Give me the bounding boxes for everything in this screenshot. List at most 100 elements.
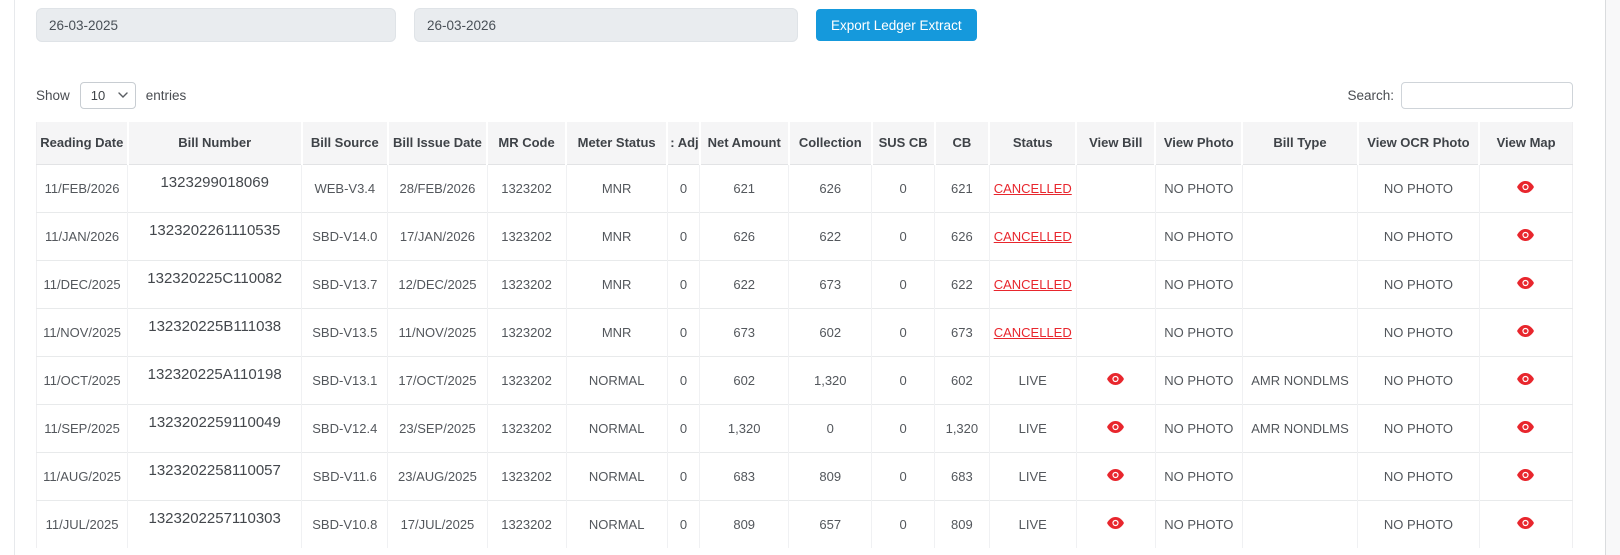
column-header-status[interactable]: Status [988,122,1077,165]
column-header-adj[interactable]: : Adj [666,122,700,165]
page-size-select[interactable]: 10 [79,82,136,109]
cell-view-map [1478,259,1573,308]
cell-bill-type [1241,499,1358,548]
cell-net-amount: 1,320 [699,403,789,452]
cell-adj: 0 [666,164,700,212]
cell-bill-number: 132320225B111038 [127,307,302,356]
status-cancelled-link[interactable]: CANCELLED [994,181,1072,196]
entries-label: entries [145,88,187,103]
cell-view-photo: NO PHOTO [1154,307,1243,356]
cell-view-photo: NO PHOTO [1154,499,1243,548]
cell-mr-code: 1323202 [486,403,567,452]
view-bill-eye-icon[interactable] [1107,372,1125,385]
cell-mr-code: 1323202 [486,307,567,356]
view-bill-eye-icon[interactable] [1107,468,1125,481]
cell-collection: 657 [788,499,872,548]
column-header-collection[interactable]: Collection [787,122,872,165]
cell-meter-status: NORMAL [565,451,668,500]
bill-number-text: 1323202259110049 [148,413,281,431]
view-map-eye-icon[interactable] [1517,420,1535,433]
cell-view-ocr-photo: NO PHOTO [1357,355,1480,404]
column-header-bill-number[interactable]: Bill Number [126,122,302,165]
cell-reading-date: 11/SEP/2025 [36,403,128,452]
table-row: 11/OCT/2025 132320225A110198 SBD-V13.1 17/O… [36,355,1573,404]
view-map-eye-icon[interactable] [1517,372,1535,385]
bill-number-text: 1323202261110535 [149,221,281,239]
status-cancelled-link[interactable]: CANCELLED [994,229,1072,244]
search-label: Search: [1347,88,1394,103]
view-map-eye-icon[interactable] [1517,324,1535,337]
cell-adj: 0 [666,355,700,404]
column-header-reading-date[interactable]: Reading Date [36,122,128,165]
cell-status: CANCELLED [988,259,1077,308]
cell-net-amount: 621 [699,164,789,212]
status-cancelled-link[interactable]: CANCELLED [994,325,1072,340]
cell-adj: 0 [666,403,700,452]
column-header-view-ocr-photo[interactable]: View OCR Photo [1356,122,1480,165]
column-header-bill-source[interactable]: Bill Source [300,122,388,165]
cell-view-map [1478,211,1573,260]
cell-status: LIVE [988,451,1077,500]
cell-bill-issue-date: 17/JUL/2025 [387,499,488,548]
cell-adj: 0 [666,259,700,308]
column-header-sus-cb[interactable]: SUS CB [870,122,935,165]
view-bill-eye-icon[interactable] [1107,420,1125,433]
from-date-input[interactable] [36,8,396,42]
export-ledger-extract-button[interactable]: Export Ledger Extract [816,9,977,41]
cell-bill-source: SBD-V13.7 [301,259,388,308]
cell-view-map [1478,307,1573,356]
cell-meter-status: MNR [565,211,668,260]
cell-reading-date: 11/JAN/2026 [36,211,128,260]
cell-view-ocr-photo: NO PHOTO [1357,164,1480,212]
column-header-view-map[interactable]: View Map [1478,122,1573,165]
view-map-eye-icon[interactable] [1517,180,1535,193]
vertical-scrollbar[interactable] [1605,0,1620,555]
cell-sus-cb: 0 [871,211,935,260]
status-cancelled-link[interactable]: CANCELLED [994,277,1072,292]
cell-sus-cb: 0 [871,307,935,356]
cell-reading-date: 11/JUL/2025 [36,499,128,548]
cell-net-amount: 602 [699,355,789,404]
cell-status: LIVE [988,355,1077,404]
cell-mr-code: 1323202 [486,451,567,500]
view-map-eye-icon[interactable] [1517,516,1535,529]
cell-bill-source: WEB-V3.4 [301,164,388,212]
search-input[interactable] [1401,82,1573,109]
view-map-eye-icon[interactable] [1517,468,1535,481]
cell-collection: 673 [788,259,872,308]
page-left-divider [14,0,15,555]
column-header-bill-type[interactable]: Bill Type [1241,122,1358,165]
cell-bill-source: SBD-V13.5 [301,307,388,356]
view-map-eye-icon[interactable] [1517,276,1535,289]
view-bill-eye-icon[interactable] [1107,516,1125,529]
table-row: 11/DEC/2025 132320225C110082 SBD-V13.7 12/D… [36,259,1573,308]
cell-bill-type [1241,451,1358,500]
to-date-input[interactable] [414,8,798,42]
cell-bill-type: AMR NONDLMS [1241,403,1358,452]
table-row: 11/AUG/2025 1323202258110057 SBD-V11.6 23/A… [36,451,1573,500]
cell-view-ocr-photo: NO PHOTO [1357,259,1480,308]
cell-collection: 0 [788,403,872,452]
cell-sus-cb: 0 [871,403,935,452]
cell-bill-issue-date: 28/FEB/2026 [387,164,488,212]
cell-view-photo: NO PHOTO [1154,355,1243,404]
cell-adj: 0 [666,451,700,500]
column-header-bill-issue-date[interactable]: Bill Issue Date [386,122,488,165]
view-map-eye-icon[interactable] [1517,228,1535,241]
cell-bill-number: 1323202257110303 [127,499,302,548]
cell-sus-cb: 0 [871,451,935,500]
cell-view-ocr-photo: NO PHOTO [1357,211,1480,260]
column-header-cb[interactable]: CB [933,122,990,165]
column-header-view-bill[interactable]: View Bill [1075,122,1156,165]
cell-view-photo: NO PHOTO [1154,164,1243,212]
cell-bill-source: SBD-V14.0 [301,211,388,260]
cell-bill-number: 1323202261110535 [127,211,302,260]
cell-mr-code: 1323202 [486,164,567,212]
cell-meter-status: NORMAL [565,355,668,404]
column-header-view-photo[interactable]: View Photo [1154,122,1243,165]
cell-bill-source: SBD-V13.1 [301,355,388,404]
column-header-net-amount[interactable]: Net Amount [698,122,789,165]
column-header-mr-code[interactable]: MR Code [486,122,567,165]
table-header-row: Reading Date Bill Number Bill Source Bill I… [36,122,1573,165]
column-header-meter-status[interactable]: Meter Status [565,122,668,165]
